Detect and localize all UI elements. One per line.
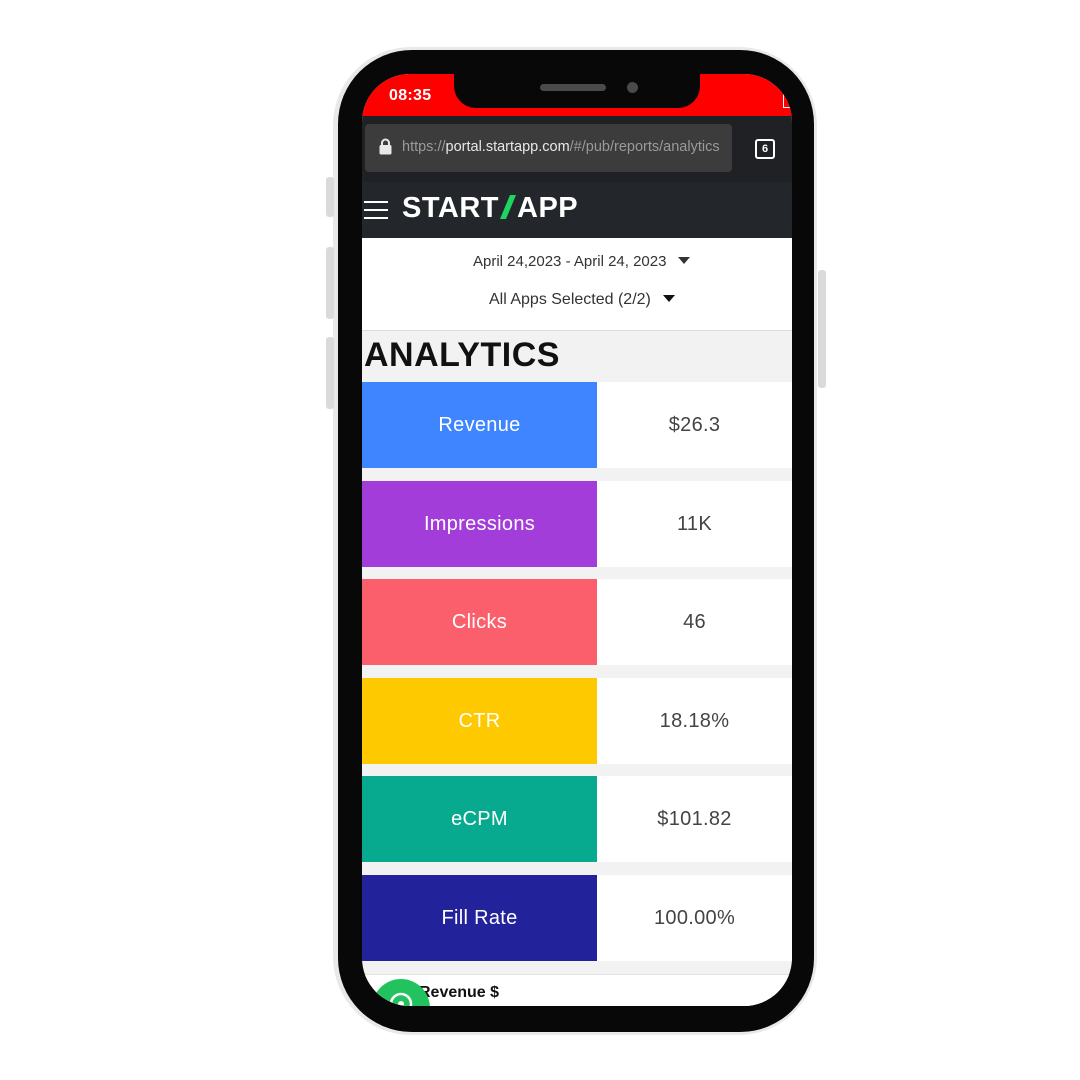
metric-label: Fill Rate — [362, 875, 597, 961]
metric-label: CTR — [362, 678, 597, 764]
chart-card-title: Revenue $ — [419, 984, 500, 1001]
metric-value: 11K — [597, 481, 792, 567]
apps-selector[interactable]: All Apps Selected (2/2) — [489, 291, 675, 309]
filters-panel: April 24,2023 - April 24, 2023 All Apps … — [362, 238, 792, 331]
url-text: https://portal.startapp.com/#/pub/report… — [402, 139, 720, 155]
url-host: portal.startapp.com — [445, 139, 570, 155]
date-range-selector[interactable]: April 24,2023 - April 24, 2023 — [473, 253, 691, 270]
url-field[interactable]: https://portal.startapp.com/#/pub/report… — [365, 124, 732, 172]
apps-selector-label: All Apps Selected (2/2) — [489, 291, 651, 308]
battery-icon — [783, 88, 790, 108]
metric-label: Revenue — [362, 382, 597, 468]
metric-row-fill-rate: Fill Rate 100.00% — [362, 875, 792, 961]
date-range-label: April 24,2023 - April 24, 2023 — [473, 253, 667, 270]
metric-value: 100.00% — [597, 875, 792, 961]
tab-switcher-icon[interactable]: 6 — [755, 139, 775, 159]
metric-value: $101.82 — [597, 776, 792, 862]
front-camera — [627, 82, 638, 93]
app-header: START APP — [362, 182, 792, 238]
metric-label: Impressions — [362, 481, 597, 567]
metric-row-ctr: CTR 18.18% — [362, 678, 792, 764]
metric-label: Clicks — [362, 579, 597, 665]
speaker-grille — [540, 84, 606, 91]
lock-icon — [379, 138, 392, 155]
logo-text-app: APP — [517, 192, 579, 224]
metric-value: 46 — [597, 579, 792, 665]
metric-row-ecpm: eCPM $101.82 — [362, 776, 792, 862]
metric-row-impressions: Impressions 11K — [362, 481, 792, 567]
logo-text-start: START — [402, 192, 500, 224]
startapp-logo[interactable]: START APP — [402, 192, 578, 225]
side-button-volume-down — [326, 337, 334, 409]
section-title: ANALYTICS — [364, 336, 560, 374]
phone-notch — [454, 74, 700, 108]
metric-value: 18.18% — [597, 678, 792, 764]
caret-down-icon — [678, 257, 691, 264]
url-path: /#/pub/reports/analytics — [569, 139, 720, 155]
metric-value: $26.3 — [597, 382, 792, 468]
hamburger-menu-icon[interactable] — [364, 201, 388, 219]
metric-row-revenue: Revenue $26.3 — [362, 382, 792, 468]
status-time: 08:35 — [389, 87, 432, 104]
side-button-volume-up — [326, 247, 334, 319]
chat-icon — [389, 992, 413, 1006]
metric-label: eCPM — [362, 776, 597, 862]
side-button-power — [818, 270, 826, 388]
phone-screen: 08:35 https://portal.startapp.com/#/pub/… — [362, 74, 792, 1006]
url-prefix: https:// — [402, 139, 446, 155]
side-button-mute — [326, 177, 334, 217]
logo-slash-mark — [500, 195, 517, 219]
browser-toolbar: https://portal.startapp.com/#/pub/report… — [362, 116, 792, 182]
metric-row-clicks: Clicks 46 — [362, 579, 792, 665]
caret-down-icon — [662, 295, 675, 302]
